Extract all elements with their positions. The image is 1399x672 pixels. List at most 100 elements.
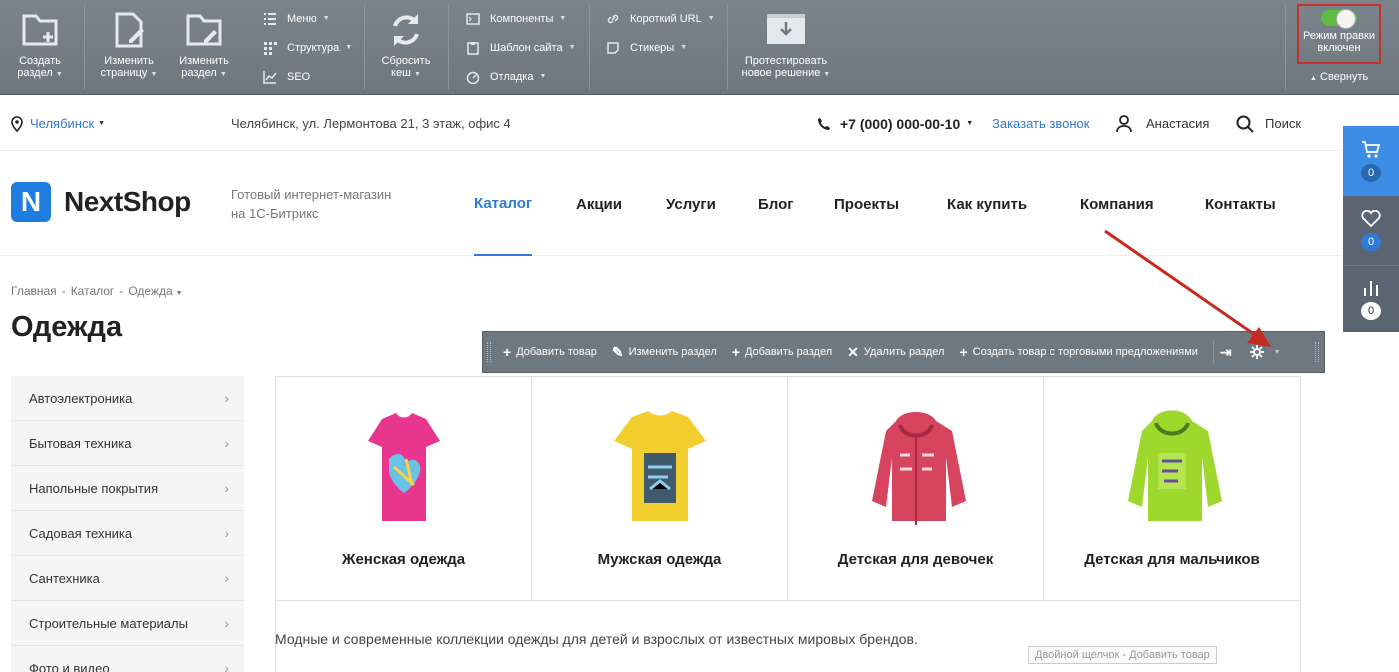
folder-plus-icon bbox=[22, 14, 58, 46]
section-name[interactable]: Детская для девочек bbox=[788, 551, 1043, 568]
nav-catalog[interactable]: Каталог bbox=[474, 152, 533, 256]
nav-promotions[interactable]: Акции bbox=[576, 152, 622, 256]
create-section-button[interactable]: Создать раздел ▼ bbox=[10, 0, 70, 95]
breadcrumb-current[interactable]: Одежда bbox=[128, 284, 172, 298]
edit-section-label2: раздел bbox=[181, 67, 217, 79]
reset-cache-label2: кеш bbox=[391, 67, 411, 79]
menu-item-auto-electronics[interactable]: Автоэлектроника › bbox=[11, 376, 244, 421]
annotation-arrow-icon bbox=[1104, 229, 1271, 347]
test-solution-label1: Протестировать bbox=[744, 55, 828, 67]
top-info-bar: Челябинск ▼ Челябинск, ул. Лермонтова 21… bbox=[0, 96, 1340, 151]
nav-blog[interactable]: Блог bbox=[758, 152, 794, 256]
test-solution-button[interactable]: Протестировать новое решение ▼ bbox=[738, 0, 834, 95]
nav-services[interactable]: Услуги bbox=[666, 152, 716, 256]
caret-down-icon: ▼ bbox=[823, 71, 831, 78]
caret-up-icon: ▲ bbox=[1310, 75, 1317, 82]
caret-down-icon: ▼ bbox=[150, 71, 158, 78]
terminal-icon bbox=[466, 12, 480, 25]
link-icon bbox=[607, 14, 619, 23]
location-pin-icon bbox=[11, 115, 23, 132]
user-icon bbox=[1116, 114, 1132, 132]
toggle-switch-icon[interactable] bbox=[1321, 9, 1357, 29]
reset-cache-button[interactable]: Сбросить кеш ▼ bbox=[374, 0, 438, 95]
menu-item-home-appliances[interactable]: Бытовая техника › bbox=[11, 421, 244, 466]
seo-button[interactable]: SEO bbox=[263, 62, 352, 91]
menu-item-flooring[interactable]: Напольные покрытия › bbox=[11, 466, 244, 511]
nav-projects[interactable]: Проекты bbox=[834, 152, 899, 256]
menu-item-label: Бытовая техника bbox=[29, 435, 132, 451]
edit-mode-toggle[interactable]: Режим правки включен bbox=[1297, 4, 1381, 64]
callback-link[interactable]: Заказать звонок bbox=[992, 96, 1089, 151]
structure-button[interactable]: Структура ▼ bbox=[263, 33, 352, 62]
add-section-button[interactable]: + Добавить раздел bbox=[732, 344, 832, 360]
edit-section-label1: Изменить bbox=[179, 55, 229, 67]
double-click-hint: Двойной щелчок - Добавить товар bbox=[1028, 646, 1217, 664]
compare-button[interactable]: 0 bbox=[1343, 266, 1399, 332]
section-card[interactable]: Женская одежда bbox=[276, 377, 532, 601]
menu-item-building-materials[interactable]: Строительные материалы › bbox=[11, 601, 244, 646]
menu-item-plumbing[interactable]: Сантехника › bbox=[11, 556, 244, 601]
nav-how-to-buy[interactable]: Как купить bbox=[947, 152, 1027, 256]
components-label: Компоненты bbox=[490, 12, 554, 25]
chevron-right-icon: › bbox=[224, 480, 229, 496]
edit-page-button[interactable]: Изменить страницу ▼ bbox=[96, 0, 162, 95]
menu-item-label: Садовая техника bbox=[29, 525, 133, 541]
divider bbox=[448, 4, 449, 90]
drag-handle[interactable] bbox=[487, 342, 491, 362]
favorites-button[interactable]: 0 bbox=[1343, 196, 1399, 266]
city-selector[interactable]: Челябинск ▼ bbox=[10, 96, 105, 151]
section-card[interactable]: Детская для девочек bbox=[788, 377, 1044, 601]
edit-section-button[interactable]: Изменить раздел ▼ bbox=[172, 0, 236, 95]
section-name[interactable]: Женская одежда bbox=[276, 551, 531, 568]
section-name[interactable]: Детская для мальчиков bbox=[1044, 551, 1300, 568]
subsections-grid: Женская одежда Мужская одежда Детская дл… bbox=[275, 376, 1301, 672]
short-url-button[interactable]: Короткий URL ▼ bbox=[606, 4, 715, 33]
chevron-right-icon: › bbox=[224, 615, 229, 631]
logo[interactable]: N NextShop bbox=[11, 182, 191, 222]
address: Челябинск, ул. Лермонтова 21, 3 этаж, оф… bbox=[231, 116, 511, 131]
drag-handle[interactable] bbox=[1315, 342, 1319, 362]
breadcrumb-catalog[interactable]: Каталог bbox=[71, 284, 115, 298]
search-button[interactable]: Поиск bbox=[1236, 96, 1301, 151]
close-icon: ✕ bbox=[847, 343, 859, 360]
admin-panel: Создать раздел ▼ Изменить страницу ▼ Изм… bbox=[0, 0, 1399, 95]
breadcrumb-home[interactable]: Главная bbox=[11, 284, 57, 298]
site-template-label: Шаблон сайта bbox=[490, 41, 563, 54]
caret-down-icon: ▼ bbox=[539, 73, 547, 80]
folder-edit-icon bbox=[186, 14, 222, 46]
menu-item-label: Автоэлектроника bbox=[29, 390, 133, 406]
cart-button[interactable]: 0 bbox=[1343, 126, 1399, 196]
section-name[interactable]: Мужская одежда bbox=[532, 551, 787, 568]
chevron-right-icon: › bbox=[224, 435, 229, 451]
admin-components-group: Компоненты ▼ Шаблон сайта ▼ Отладка ▼ bbox=[466, 4, 576, 91]
page-title: Одежда bbox=[11, 311, 123, 343]
plus-icon: + bbox=[503, 344, 512, 360]
menu-button[interactable]: Меню ▼ bbox=[263, 4, 352, 33]
stickers-button[interactable]: Стикеры ▼ bbox=[606, 33, 715, 62]
edit-mode-label2: включен bbox=[1317, 42, 1361, 54]
user-link[interactable]: Анастасия bbox=[1116, 96, 1209, 151]
collapse-button[interactable]: ▲ Свернуть bbox=[1310, 71, 1368, 83]
phone-selector[interactable]: +7 (000) 000-00-10 ▼ bbox=[817, 96, 973, 151]
debug-button[interactable]: Отладка ▼ bbox=[466, 62, 576, 91]
gauge-icon bbox=[466, 71, 480, 84]
section-card[interactable]: Мужская одежда bbox=[532, 377, 788, 601]
menu-item-garden-equipment[interactable]: Садовая техника › bbox=[11, 511, 244, 556]
short-url-label: Короткий URL bbox=[630, 12, 702, 25]
menu-item-photo-video[interactable]: Фото и видео › bbox=[11, 646, 244, 672]
menu-item-label: Напольные покрытия bbox=[29, 480, 159, 496]
edit-section-toolbar-button[interactable]: ✎ Изменить раздел bbox=[612, 344, 717, 361]
collapse-label: Свернуть bbox=[1320, 71, 1369, 83]
delete-section-button[interactable]: ✕ Удалить раздел bbox=[847, 344, 944, 361]
section-card[interactable]: Детская для мальчиков bbox=[1044, 377, 1300, 601]
cart-count: 0 bbox=[1361, 163, 1381, 182]
add-product-button[interactable]: + Добавить товар bbox=[503, 344, 597, 360]
caret-down-icon: ▼ bbox=[414, 71, 421, 78]
seo-label: SEO bbox=[287, 70, 311, 83]
mens-tshirt-image bbox=[614, 411, 706, 521]
page-edit-icon bbox=[115, 12, 144, 48]
compare-count: 0 bbox=[1361, 301, 1381, 320]
components-button[interactable]: Компоненты ▼ bbox=[466, 4, 576, 33]
add-section-label: Добавить раздел bbox=[744, 346, 833, 358]
site-template-button[interactable]: Шаблон сайта ▼ bbox=[466, 33, 576, 62]
